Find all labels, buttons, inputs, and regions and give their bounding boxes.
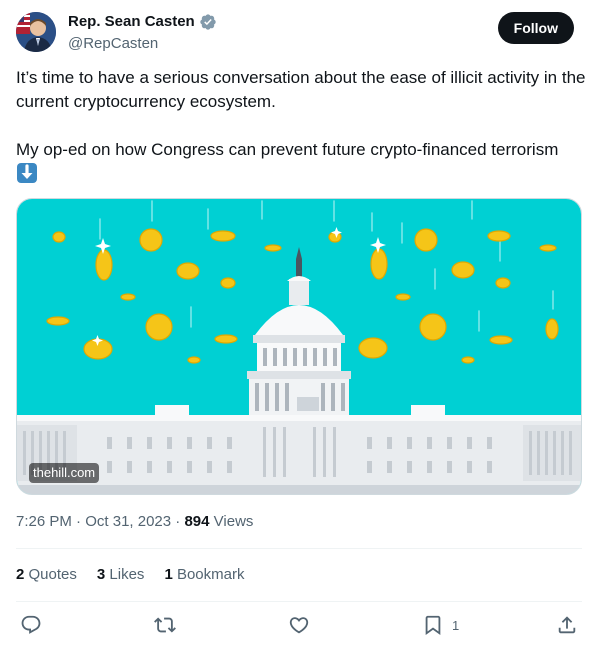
reply-icon [21, 615, 41, 634]
tweet-time[interactable]: 7:26 PM [16, 513, 72, 530]
bookmarks-stat[interactable]: 1 Bookmark [164, 565, 244, 585]
author-name[interactable]: Rep. Sean Casten [68, 12, 195, 32]
author-handle[interactable]: @RepCasten [68, 34, 217, 54]
tweet-body: It’s time to have a serious conversation… [16, 66, 586, 188]
capitol-coins-illustration [17, 199, 581, 494]
retweet-icon [154, 617, 176, 633]
action-bar: 1 [16, 614, 582, 640]
avatar[interactable] [16, 12, 56, 52]
tweet-date[interactable]: Oct 31, 2023 [85, 513, 171, 530]
follow-button[interactable]: Follow [497, 12, 574, 44]
tweet-header: Rep. Sean Casten @RepCasten Follow [16, 12, 582, 56]
share-icon [558, 616, 576, 634]
verified-badge-icon [199, 13, 217, 31]
views-label: Views [213, 513, 254, 530]
bookmark-icon [425, 615, 441, 636]
tweet-text: It’s time to have a serious conversation… [16, 68, 586, 159]
quotes-stat[interactable]: 2 Quotes [16, 565, 77, 585]
divider [16, 548, 582, 549]
engagement-stats: 2 Quotes 3 Likes 1 Bookmark [16, 565, 264, 585]
reply-button[interactable] [20, 614, 42, 636]
divider [16, 601, 582, 602]
heart-icon [289, 617, 309, 634]
bookmark-count: 1 [452, 617, 460, 633]
link-domain-badge: thehill.com [29, 463, 100, 483]
article-card-image[interactable]: thehill.com [16, 198, 582, 495]
retweet-button[interactable] [154, 614, 176, 636]
share-button[interactable] [556, 614, 578, 636]
down-arrow-emoji-icon [16, 162, 38, 184]
likes-stat[interactable]: 3 Likes [97, 565, 145, 585]
tweet-meta: 7:26 PM · Oct 31, 2023 · 894 Views [16, 513, 254, 530]
like-button[interactable] [288, 614, 310, 636]
views-count: 894 [184, 513, 210, 530]
bookmark-button[interactable]: 1 [422, 614, 459, 636]
